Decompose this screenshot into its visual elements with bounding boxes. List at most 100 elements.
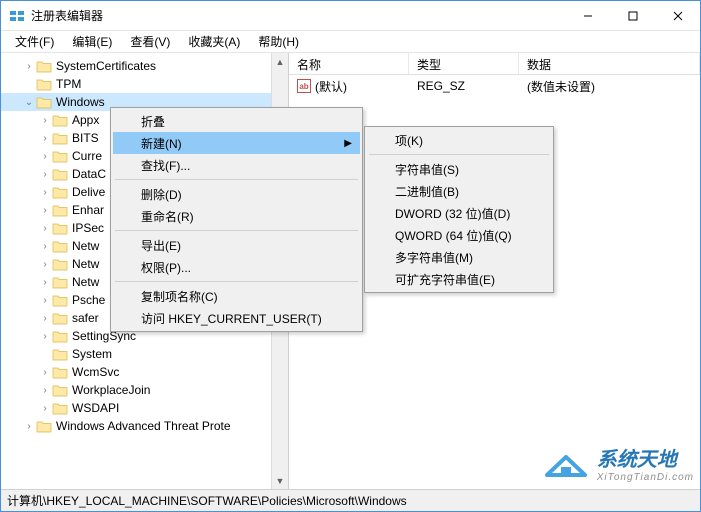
tree-item[interactable]: › WSDAPI — [1, 399, 288, 417]
regedit-window: 注册表编辑器 文件(F) 编辑(E) 查看(V) 收藏夹(A) 帮助(H) ›S… — [0, 0, 701, 512]
folder-icon — [36, 420, 52, 433]
folder-icon — [52, 150, 68, 163]
cm-permissions[interactable]: 权限(P)... — [113, 256, 360, 278]
cm-separator — [115, 179, 358, 180]
tree-item-label: Netw — [72, 257, 103, 271]
folder-icon — [52, 132, 68, 145]
tree-item-label: WcmSvc — [72, 365, 123, 379]
expand-icon-closed[interactable]: › — [39, 367, 51, 378]
maximize-button[interactable] — [610, 1, 655, 30]
cm-find[interactable]: 查找(F)... — [113, 154, 360, 176]
cm-new-string[interactable]: 字符串值(S) — [367, 158, 551, 180]
tree-item-label: safer — [72, 311, 103, 325]
tree-item-label: SystemCertificates — [56, 59, 160, 73]
list-header: 名称 类型 数据 — [289, 53, 700, 75]
folder-icon — [36, 78, 52, 91]
menu-view[interactable]: 查看(V) — [122, 31, 178, 52]
expand-icon-closed[interactable]: › — [23, 421, 35, 432]
expand-icon-closed[interactable]: › — [23, 61, 35, 72]
tree-item[interactable]: System — [1, 345, 288, 363]
list-body[interactable]: ab (默认) REG_SZ (数值未设置) — [289, 75, 700, 97]
tree-item[interactable]: › WcmSvc — [1, 363, 288, 381]
folder-icon — [52, 330, 68, 343]
tree-item-label: Psche — [72, 293, 109, 307]
string-value-icon: ab — [297, 79, 311, 93]
folder-icon — [52, 222, 68, 235]
tree-item[interactable]: ›Windows Advanced Threat Prote — [1, 417, 288, 435]
cm-collapse[interactable]: 折叠 — [113, 110, 360, 132]
cm-rename[interactable]: 重命名(R) — [113, 205, 360, 227]
expand-icon-closed[interactable]: › — [39, 385, 51, 396]
expand-icon-closed[interactable]: › — [39, 277, 51, 288]
tree-item-label: Netw — [72, 239, 103, 253]
tree-item-label: BITS — [72, 131, 103, 145]
tree-item-label: Curre — [72, 149, 106, 163]
folder-icon — [52, 366, 68, 379]
expand-icon-closed[interactable]: › — [39, 331, 51, 342]
expand-icon-closed[interactable]: › — [39, 403, 51, 414]
tree-item-label: Delive — [72, 185, 109, 199]
col-type[interactable]: 类型 — [409, 53, 519, 74]
cm-new-binary[interactable]: 二进制值(B) — [367, 180, 551, 202]
watermark: 系统天地 XiTongTianDi.com — [541, 443, 694, 483]
minimize-button[interactable] — [565, 1, 610, 30]
expand-icon-open[interactable]: ⌄ — [23, 97, 35, 108]
cm-copy-key-name[interactable]: 复制项名称(C) — [113, 285, 360, 307]
tree-item-label: WSDAPI — [72, 401, 123, 415]
expand-icon-closed[interactable]: › — [39, 133, 51, 144]
expand-icon-closed[interactable]: › — [39, 151, 51, 162]
expand-icon-closed[interactable]: › — [39, 187, 51, 198]
expand-icon-closed[interactable]: › — [39, 223, 51, 234]
cm-new[interactable]: 新建(N) ▶ — [113, 132, 360, 154]
tree-item-label: Netw — [72, 275, 103, 289]
scroll-up-button[interactable]: ▲ — [272, 53, 288, 70]
expand-icon-closed[interactable]: › — [39, 259, 51, 270]
value-name: (默认) — [315, 78, 347, 95]
folder-icon — [52, 240, 68, 253]
cm-separator — [115, 230, 358, 231]
tree-item[interactable]: › SystemCertificates — [1, 57, 288, 75]
cm-new-qword[interactable]: QWORD (64 位)值(Q) — [367, 224, 551, 246]
cm-new-expandstring[interactable]: 可扩充字符串值(E) — [367, 268, 551, 290]
menu-help[interactable]: 帮助(H) — [250, 31, 307, 52]
folder-icon — [36, 96, 52, 109]
cm-new-multistring[interactable]: 多字符串值(M) — [367, 246, 551, 268]
col-name[interactable]: 名称 — [289, 53, 409, 74]
cm-new-dword[interactable]: DWORD (32 位)值(D) — [367, 202, 551, 224]
cm-goto-hkcu[interactable]: 访问 HKEY_CURRENT_USER(T) — [113, 307, 360, 329]
expand-icon-closed[interactable]: › — [39, 295, 51, 306]
folder-icon — [36, 60, 52, 73]
col-data[interactable]: 数据 — [519, 53, 700, 74]
tree-item[interactable]: › WorkplaceJoin — [1, 381, 288, 399]
watermark-subtext: XiTongTianDi.com — [597, 472, 694, 483]
cm-new-key[interactable]: 项(K) — [367, 129, 551, 151]
cm-delete[interactable]: 删除(D) — [113, 183, 360, 205]
list-row[interactable]: ab (默认) REG_SZ (数值未设置) — [289, 77, 700, 95]
menu-edit[interactable]: 编辑(E) — [64, 31, 120, 52]
scroll-down-button[interactable]: ▼ — [272, 472, 288, 489]
tree-item-label: IPSec — [72, 221, 108, 235]
folder-icon — [52, 168, 68, 181]
tree-item-label: DataC — [72, 167, 110, 181]
watermark-icon — [541, 445, 591, 481]
menu-favorites[interactable]: 收藏夹(A) — [180, 31, 248, 52]
cm-export[interactable]: 导出(E) — [113, 234, 360, 256]
expand-icon-closed[interactable]: › — [39, 169, 51, 180]
expand-icon-closed[interactable]: › — [39, 205, 51, 216]
folder-icon — [52, 384, 68, 397]
folder-icon — [52, 348, 68, 361]
tree-item-label: System — [72, 347, 116, 361]
close-button[interactable] — [655, 1, 700, 30]
statusbar: 计算机\HKEY_LOCAL_MACHINE\SOFTWARE\Policies… — [1, 489, 700, 511]
status-path: 计算机\HKEY_LOCAL_MACHINE\SOFTWARE\Policies… — [7, 492, 407, 509]
expand-icon-closed[interactable]: › — [39, 241, 51, 252]
tree-item-label: Windows — [56, 95, 109, 109]
folder-icon — [52, 204, 68, 217]
expand-icon-closed[interactable]: › — [39, 313, 51, 324]
tree-item-label: WorkplaceJoin — [72, 383, 154, 397]
tree-item[interactable]: TPM — [1, 75, 288, 93]
tree-context-menu: 折叠 新建(N) ▶ 查找(F)... 删除(D) 重命名(R) 导出(E) 权… — [110, 107, 363, 332]
expand-icon-closed[interactable]: › — [39, 115, 51, 126]
menu-file[interactable]: 文件(F) — [7, 31, 62, 52]
cm-separator — [369, 154, 549, 155]
